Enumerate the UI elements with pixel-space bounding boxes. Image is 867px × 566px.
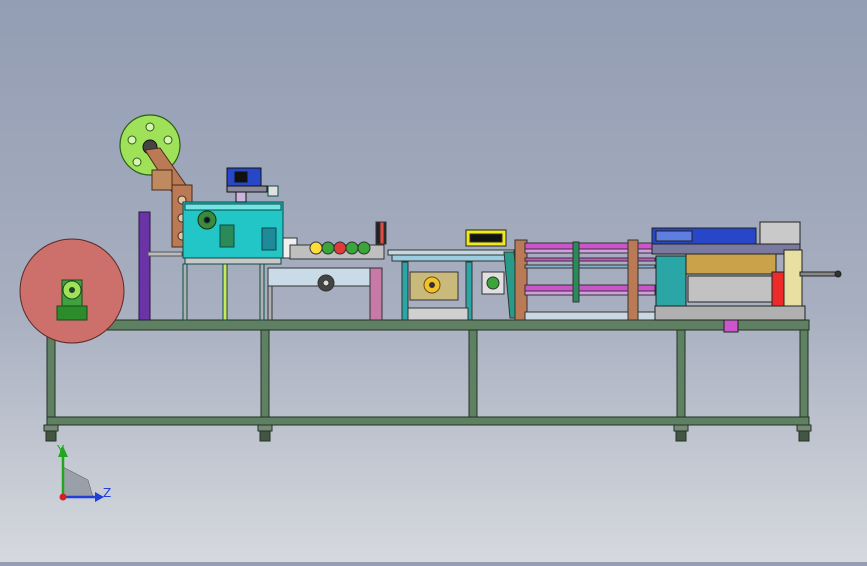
axis-z-label: Z [103,486,112,500]
cutting-unit [651,221,842,333]
conveyor [503,239,656,321]
axis-y-label: Y [57,443,65,457]
roller-section [267,221,387,321]
cad-viewport[interactable]: Y Z [0,0,867,562]
unwind-roll [19,238,125,344]
print-head [226,167,268,203]
machine-drawing [19,114,842,502]
axis-triad [58,446,104,502]
film-reel [119,114,187,193]
machine-frame [43,319,812,442]
sealing-station [387,229,515,321]
